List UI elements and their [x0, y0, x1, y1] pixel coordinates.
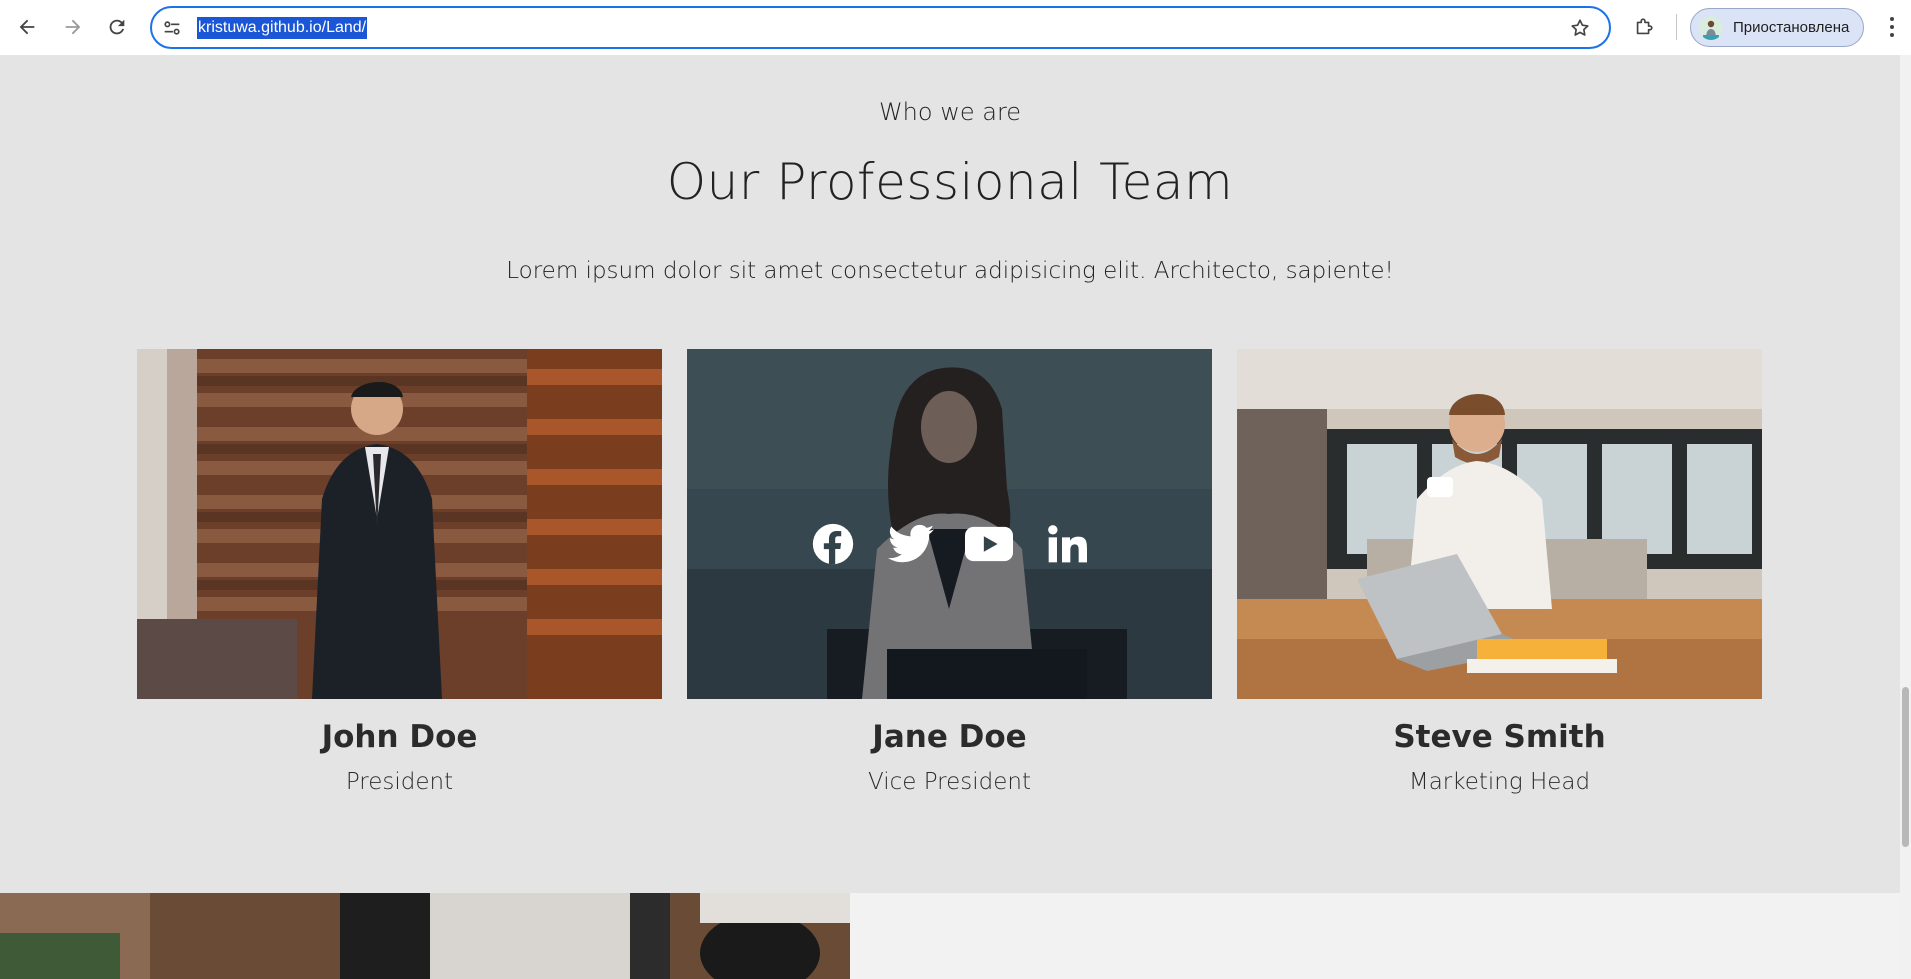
browser-menu-button[interactable]: [1880, 10, 1904, 44]
team-photo-steve: [1237, 349, 1762, 699]
tune-icon[interactable]: [161, 17, 183, 39]
scrollbar-thumb[interactable]: [1902, 687, 1909, 847]
linkedin-link[interactable]: [1043, 520, 1091, 568]
page-viewport: Who we are Our Professional Team Lorem i…: [0, 55, 1900, 979]
toolbar-divider: [1676, 14, 1677, 40]
youtube-icon: [964, 526, 1013, 562]
member-name: Jane Doe: [872, 719, 1027, 755]
team-card-steve[interactable]: Steve Smith Marketing Head: [1237, 349, 1762, 795]
forward-button[interactable]: [56, 10, 90, 44]
team-photo-john: [137, 349, 662, 699]
next-section-photo: [0, 893, 850, 979]
arrow-left-icon: [19, 19, 35, 35]
back-button[interactable]: [10, 10, 44, 44]
profile-button[interactable]: Приостановлена: [1690, 8, 1864, 47]
team-card-john[interactable]: John Doe President: [137, 349, 662, 795]
team-section: Who we are Our Professional Team Lorem i…: [0, 55, 1900, 893]
facebook-icon: [812, 523, 853, 565]
linkedin-icon: [1047, 525, 1087, 563]
reload-icon: [109, 19, 125, 35]
member-name: John Doe: [321, 719, 478, 755]
next-section: [0, 893, 1900, 979]
member-name: Steve Smith: [1393, 719, 1606, 755]
extensions-button[interactable]: [1627, 10, 1661, 44]
url-text[interactable]: kristuwa.github.io/Land/: [197, 17, 368, 39]
section-lead: Lorem ipsum dolor sit amet consectetur a…: [506, 258, 1394, 284]
address-bar[interactable]: kristuwa.github.io/Land/: [150, 6, 1611, 49]
team-photo-jane: [687, 349, 1212, 699]
avatar: [1699, 15, 1723, 40]
youtube-link[interactable]: [964, 520, 1013, 568]
member-role: President: [345, 769, 454, 795]
social-overlay: [687, 349, 1212, 699]
arrow-right-icon: [65, 19, 81, 35]
page-scrollbar[interactable]: [1900, 55, 1911, 979]
member-role: Marketing Head: [1408, 769, 1591, 795]
twitter-link[interactable]: [887, 520, 935, 568]
reload-button[interactable]: [100, 10, 134, 44]
team-card-jane[interactable]: Jane Doe Vice President: [687, 349, 1212, 795]
member-role: Vice President: [867, 769, 1031, 795]
section-title: Our Professional Team: [666, 153, 1234, 211]
kebab-menu-icon: [1890, 17, 1894, 37]
star-icon[interactable]: [1569, 17, 1591, 39]
browser-toolbar: kristuwa.github.io/Land/ Приостановлена: [0, 0, 1911, 55]
profile-label: Приостановлена: [1733, 19, 1850, 36]
puzzle-icon: [1636, 18, 1653, 35]
section-eyebrow: Who we are: [878, 98, 1022, 126]
facebook-link[interactable]: [809, 520, 857, 568]
twitter-icon: [887, 524, 934, 563]
